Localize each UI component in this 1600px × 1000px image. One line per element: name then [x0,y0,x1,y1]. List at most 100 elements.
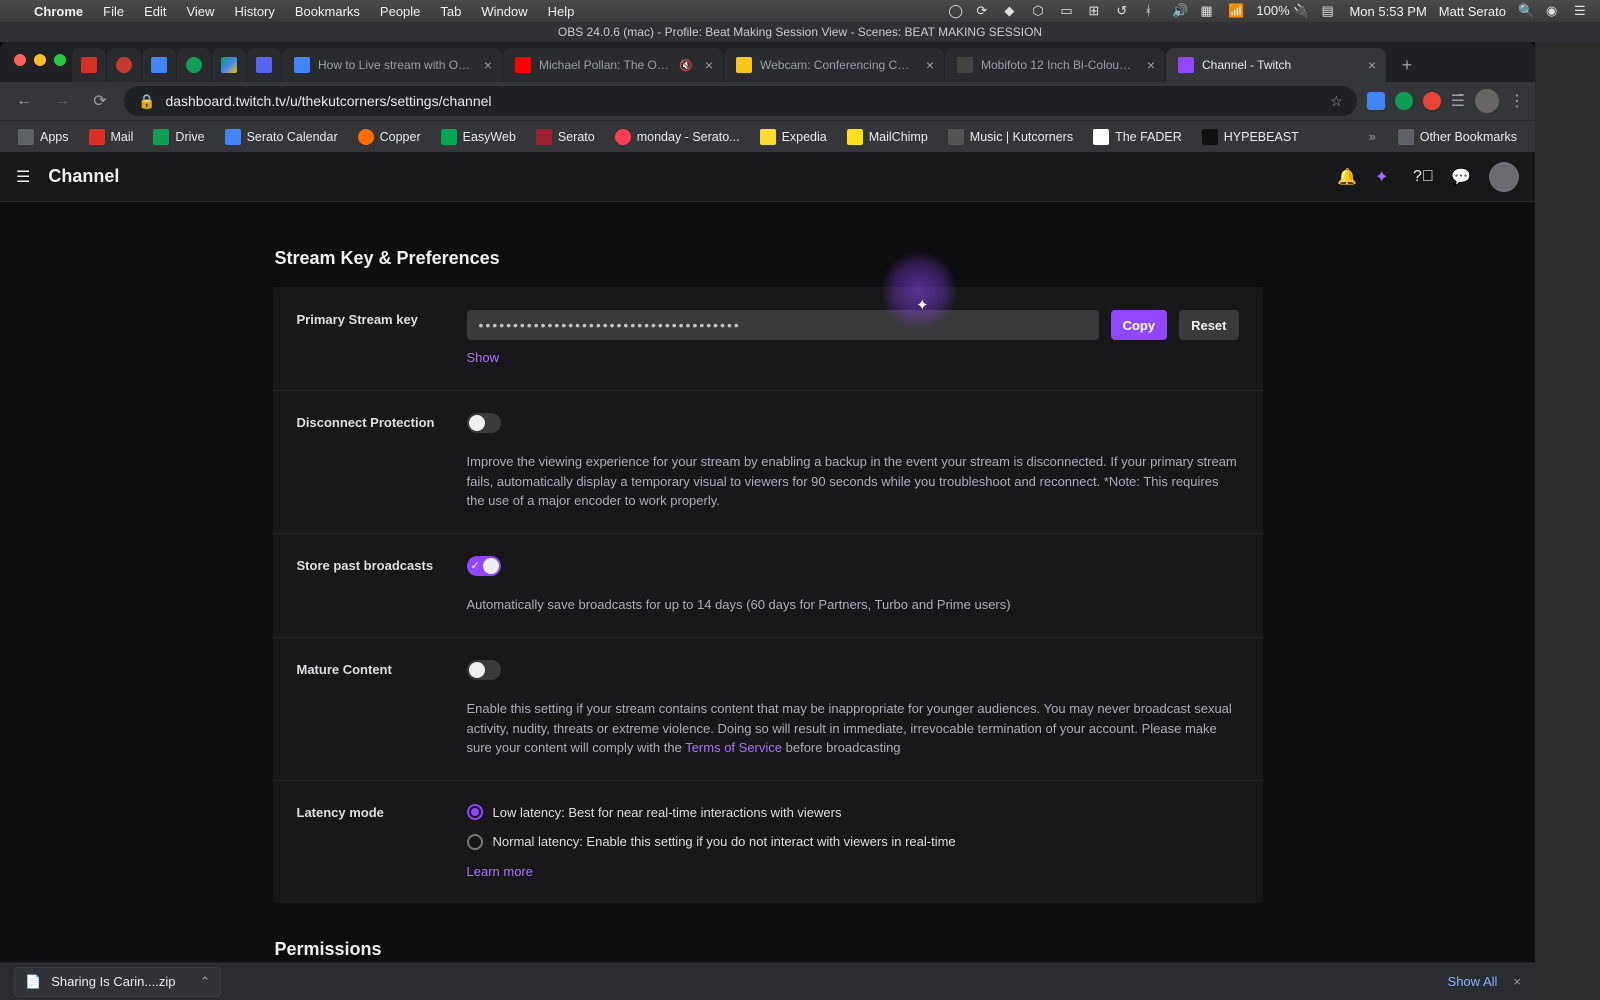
menu-history[interactable]: History [224,4,284,19]
disconnect-toggle[interactable] [467,413,501,433]
menubar-icon[interactable]: ◆ [1004,3,1020,19]
user-menu[interactable]: Matt Serato [1439,4,1506,19]
close-tab-icon[interactable]: × [484,57,492,73]
forward-button[interactable]: → [48,87,76,115]
tab-active[interactable]: Channel - Twitch × [1166,48,1386,82]
show-all-downloads-link[interactable]: Show All [1448,974,1498,989]
siri-icon[interactable]: ◉ [1546,3,1562,19]
bookmark[interactable]: Copper [350,125,429,149]
pinned-tab-drive[interactable] [212,48,246,82]
page-content: ☰ Channel 🔔 ✦ ?⃝ 💬 Stream Key & Preferen… [0,152,1535,962]
wifi-icon[interactable]: 📶 [1228,3,1244,19]
bookmarks-overflow-icon[interactable]: » [1359,130,1386,144]
screen-icon[interactable]: ▭ [1060,3,1076,19]
reading-list-icon[interactable]: ☰̄ [1451,91,1465,111]
app-menu[interactable]: Chrome [24,4,93,19]
menu-window[interactable]: Window [471,4,537,19]
tab[interactable]: How to Live stream with OBS - × [282,48,502,82]
minimize-window-button[interactable] [34,54,46,66]
close-tab-icon[interactable]: × [926,57,934,73]
terms-of-service-link[interactable]: Terms of Service [685,740,782,755]
timemachine-icon[interactable]: ↺ [1116,3,1132,19]
bookmark-apps[interactable]: Apps [10,125,77,149]
menubar-icon[interactable]: ▤ [1321,3,1337,19]
favicon [441,129,457,145]
bookmark[interactable]: Drive [145,125,212,149]
learn-more-link[interactable]: Learn more [467,864,533,879]
chat-icon[interactable]: 💬 [1451,167,1471,187]
bookmark[interactable]: Serato Calendar [217,125,346,149]
pinned-tab-gmail[interactable] [72,48,106,82]
bookmark[interactable]: MailChimp [839,125,936,149]
mute-icon[interactable]: 🔇 [679,59,693,72]
close-tab-icon[interactable]: × [1147,57,1155,73]
bookmark[interactable]: Serato [528,125,603,149]
back-button[interactable]: ← [10,87,38,115]
menu-bookmarks[interactable]: Bookmarks [285,4,370,19]
pinned-tab[interactable] [247,48,281,82]
favicon [948,129,964,145]
notifications-icon[interactable]: 🔔 [1337,167,1357,187]
menu-edit[interactable]: Edit [134,4,176,19]
menubar-icon[interactable]: ⟳ [976,3,992,19]
bookmark[interactable]: monday - Serato... [607,125,748,149]
store-toggle[interactable] [467,556,501,576]
bookmark[interactable]: Mail [81,125,142,149]
profile-avatar[interactable] [1475,89,1499,113]
extension-icon[interactable] [1423,92,1441,110]
mature-toggle[interactable] [467,660,501,680]
close-tab-icon[interactable]: × [1368,57,1376,73]
extension-icon[interactable] [1367,92,1385,110]
scroll-area[interactable]: Stream Key & Preferences Primary Stream … [0,202,1535,962]
pinned-tab-calendar[interactable] [142,48,176,82]
clock[interactable]: Mon 5:53 PM [1349,4,1426,19]
battery-status[interactable]: 100% 🔌 [1256,3,1309,19]
menu-help[interactable]: Help [538,4,585,19]
latency-normal-option[interactable]: Normal latency: Enable this setting if y… [467,832,1239,852]
sparkle-icon[interactable]: ✦ [1375,167,1395,187]
tab[interactable]: Michael Pollan: The Omniv 🔇 × [503,48,723,82]
menu-view[interactable]: View [176,4,224,19]
tab[interactable]: Webcam: Conferencing Camer × [724,48,944,82]
other-bookmarks-folder[interactable]: Other Bookmarks [1390,125,1525,149]
show-link[interactable]: Show [467,348,500,368]
bookmark[interactable]: Expedia [752,125,835,149]
dropbox-icon[interactable]: ⬡ [1032,3,1048,19]
fullscreen-window-button[interactable] [54,54,66,66]
menubar-icon[interactable]: ▦ [1200,3,1216,19]
bookmark[interactable]: EasyWeb [433,125,524,149]
stream-key-field[interactable] [467,310,1099,340]
reset-button[interactable]: Reset [1179,310,1238,340]
address-bar[interactable]: 🔒 dashboard.twitch.tv/u/thekutcorners/se… [124,86,1357,116]
copy-button[interactable]: Copy [1111,310,1168,340]
bookmark[interactable]: HYPEBEAST [1194,125,1307,149]
pinned-tab[interactable] [177,48,211,82]
extension-icon[interactable] [1395,92,1413,110]
menubar-icon[interactable]: ◯ [948,3,964,19]
download-chip[interactable]: 📄 Sharing Is Carin....zip ⌃ [14,967,221,997]
reload-button[interactable]: ⟳ [86,87,114,115]
close-downloads-bar-icon[interactable]: × [1513,974,1521,989]
pinned-tab[interactable] [107,48,141,82]
bookmark[interactable]: The FADER [1085,125,1190,149]
user-avatar[interactable] [1489,162,1519,192]
bluetooth-icon[interactable]: ᚼ [1144,3,1160,19]
chrome-menu-icon[interactable]: ⋮ [1509,91,1525,111]
volume-icon[interactable]: 🔊 [1172,3,1188,19]
spotlight-icon[interactable]: 🔍 [1518,3,1534,19]
chevron-up-icon[interactable]: ⌃ [199,974,210,990]
tab[interactable]: Mobifoto 12 Inch Bi-Colour LE × [945,48,1165,82]
menu-tab[interactable]: Tab [430,4,471,19]
help-icon[interactable]: ?⃝ [1413,168,1433,186]
bookmark[interactable]: Music | Kutcorners [940,125,1081,149]
notification-center-icon[interactable]: ☰ [1574,3,1590,19]
menubar-icon[interactable]: ⊞ [1088,3,1104,19]
close-window-button[interactable] [14,54,26,66]
star-icon[interactable]: ☆ [1330,93,1343,110]
latency-low-option[interactable]: Low latency: Best for near real-time int… [467,803,1239,823]
menu-people[interactable]: People [370,4,430,19]
new-tab-button[interactable]: + [1393,51,1421,79]
menu-file[interactable]: File [93,4,134,19]
menu-icon[interactable]: ☰ [16,167,30,187]
close-tab-icon[interactable]: × [705,57,713,73]
